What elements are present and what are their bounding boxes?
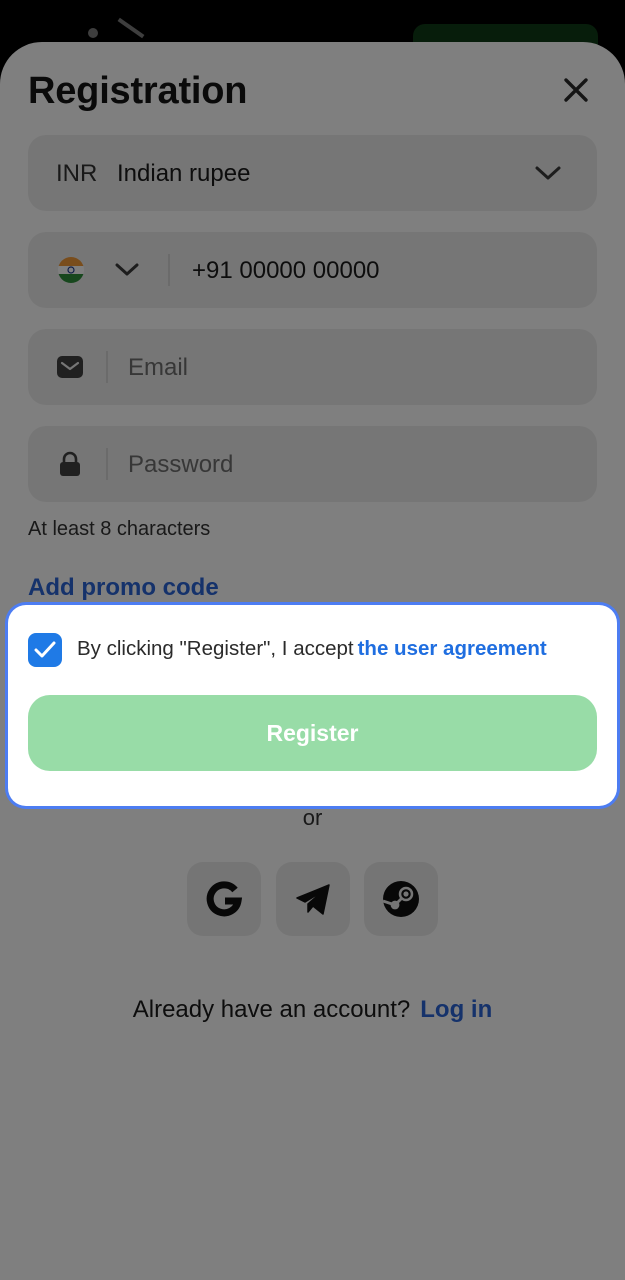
agreement-text: By clicking "Register", I accept the user… bbox=[77, 637, 547, 661]
agreement-label: By clicking "Register", I accept bbox=[77, 637, 354, 660]
checkmark-icon bbox=[34, 641, 56, 658]
user-agreement-link[interactable]: the user agreement bbox=[358, 637, 547, 660]
agreement-highlight-panel: By clicking "Register", I accept the user… bbox=[8, 605, 617, 806]
register-button[interactable]: Register bbox=[28, 695, 597, 771]
agreement-checkbox[interactable] bbox=[28, 633, 62, 667]
